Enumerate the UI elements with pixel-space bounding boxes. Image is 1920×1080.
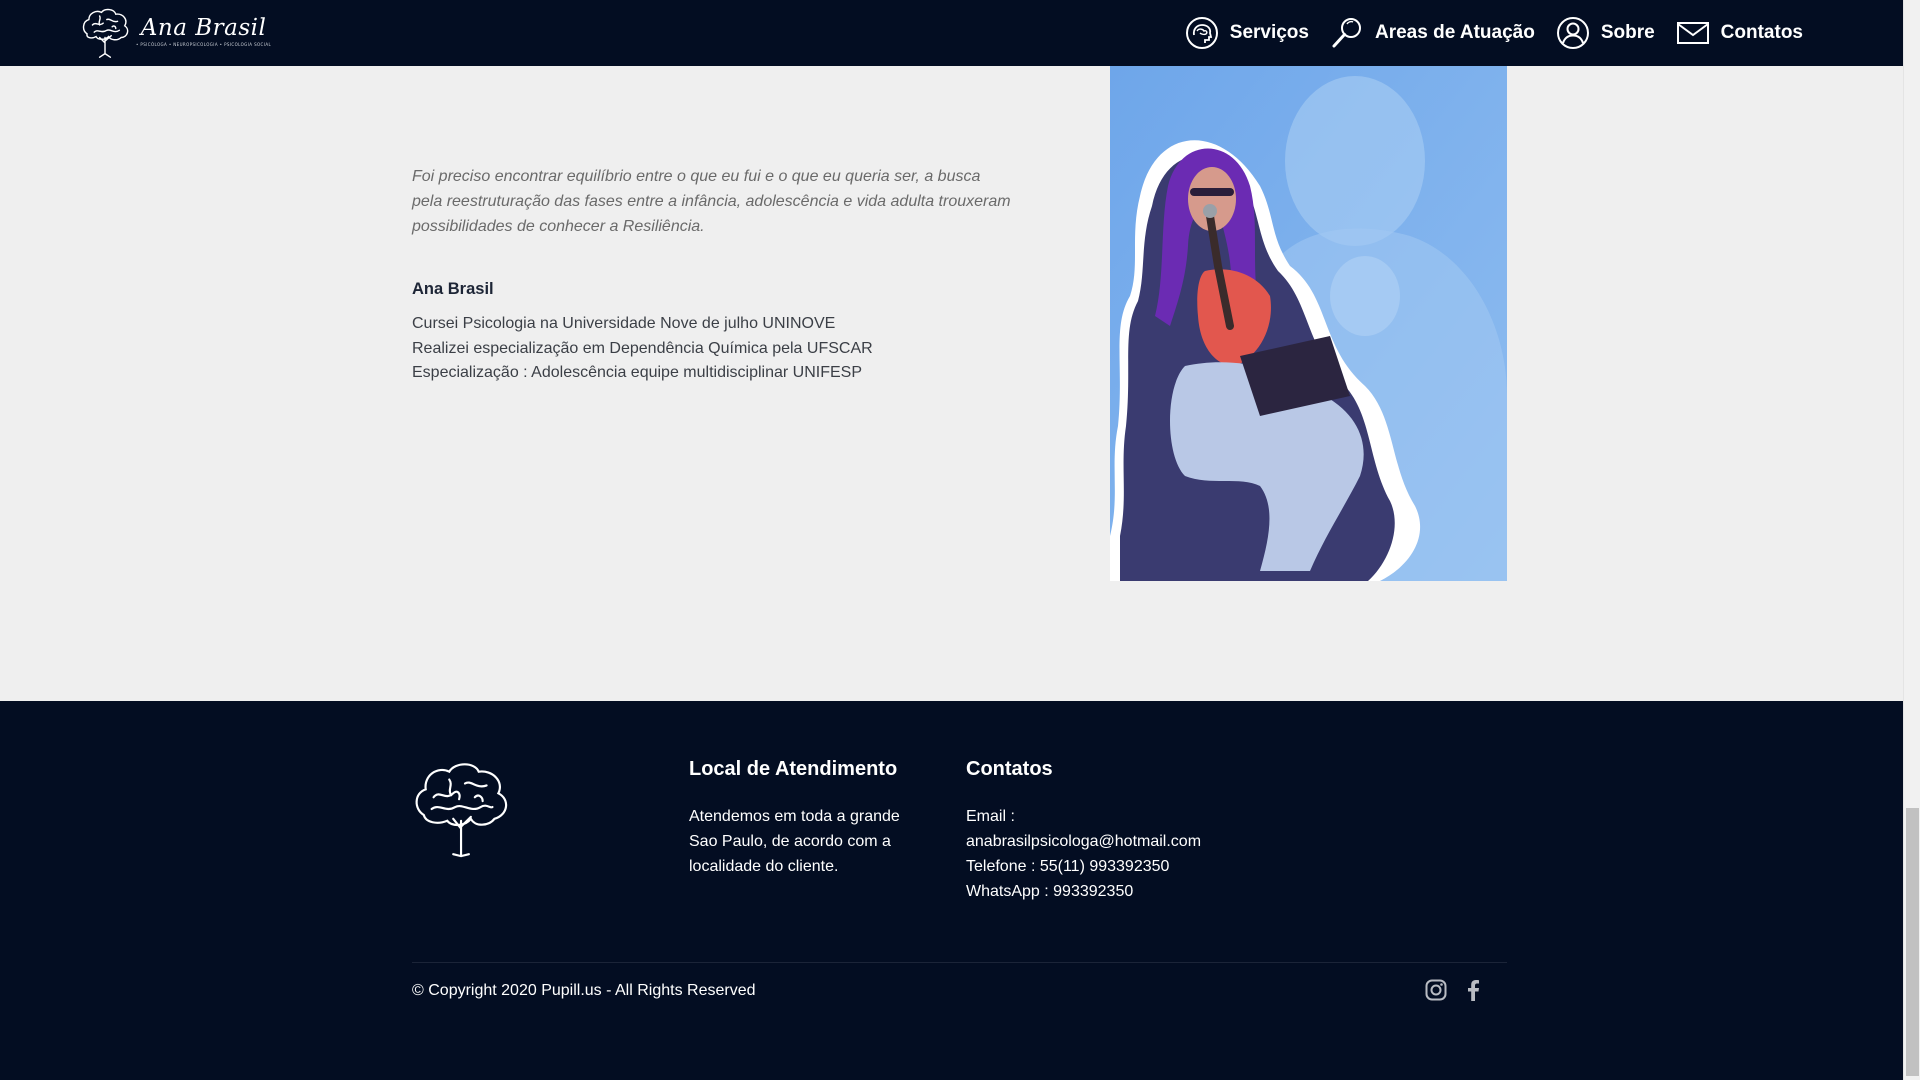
- footer: Local de Atendimento Atendemos em toda a…: [0, 701, 1903, 1080]
- about-quote: Foi preciso encontrar equilíbrio entre o…: [412, 164, 1052, 239]
- contacts-title: Contatos: [966, 758, 1053, 780]
- facebook-icon: [1468, 980, 1479, 1001]
- quote-line: Foi preciso encontrar equilíbrio entre o…: [412, 168, 981, 185]
- envelope-icon: [1676, 22, 1709, 44]
- facebook-link[interactable]: [1460, 977, 1486, 1003]
- nav-item-contatos[interactable]: Contatos: [1676, 20, 1803, 46]
- main-nav: Serviços Areas de Atuação Sobre Contatos: [1164, 0, 1803, 66]
- nav-label: Contatos: [1720, 22, 1803, 43]
- page: Ana Brasil • PSICÓLOGA • NEUROPSICOLOGIA…: [0, 0, 1903, 1080]
- instagram-icon: [1425, 979, 1447, 1001]
- vertical-scrollbar[interactable]: [1903, 0, 1920, 1080]
- contacts-text: Email : anabrasilpsicologa@hotmail.com T…: [966, 804, 1201, 904]
- nav-item-areas-de-atuacao[interactable]: Areas de Atuação: [1330, 16, 1535, 50]
- logo-tagline: • PSICÓLOGA • NEUROPSICOLOGIA • PSICOLOG…: [136, 42, 272, 47]
- instagram-link[interactable]: [1423, 977, 1449, 1003]
- quote-line: pela reestruturação das fases entre a in…: [412, 193, 1011, 210]
- nav-item-servicos[interactable]: Serviços: [1185, 16, 1309, 50]
- contact-whatsapp[interactable]: WhatsApp : 993392350: [966, 879, 1201, 904]
- tree-brain-logo-icon: [82, 8, 129, 58]
- nav-label: Sobre: [1600, 22, 1655, 43]
- bio-credentials: Cursei Psicologia na Universidade Nove d…: [412, 312, 873, 386]
- nav-label: Areas de Atuação: [1375, 22, 1535, 43]
- credential-line: Realizei especialização em Dependência Q…: [412, 339, 873, 357]
- nav-item-sobre[interactable]: Sobre: [1556, 16, 1655, 50]
- credential-line: Especialização : Adolescência equipe mul…: [412, 364, 862, 381]
- contact-email-link[interactable]: anabrasilpsicologa@hotmail.com: [966, 829, 1201, 854]
- location-line: localidade do cliente.: [689, 858, 839, 875]
- navbar: Ana Brasil • PSICÓLOGA • NEUROPSICOLOGIA…: [0, 0, 1903, 66]
- footer-divider: [412, 962, 1507, 963]
- location-line: Atendemos em toda a grande: [689, 808, 900, 825]
- brand-logo[interactable]: Ana Brasil • PSICÓLOGA • NEUROPSICOLOGIA…: [78, 7, 271, 59]
- tree-brain-logo-icon[interactable]: [410, 759, 518, 859]
- logo-text: Ana Brasil • PSICÓLOGA • NEUROPSICOLOGIA…: [136, 15, 271, 47]
- copyright-text: © Copyright 2020 Pupill.us - All Rights …: [412, 982, 756, 999]
- contact-phone[interactable]: Telefone : 55(11) 993392350: [966, 854, 1201, 879]
- location-title: Local de Atendimento: [689, 758, 898, 780]
- credential-line: Cursei Psicologia na Universidade Nove d…: [412, 315, 836, 332]
- profile-photo-illustration: [1110, 66, 1507, 581]
- location-text: Atendemos em toda a grande Sao Paulo, de…: [689, 804, 900, 879]
- logo-name: Ana Brasil: [140, 15, 267, 41]
- contact-email-label: Email :: [966, 808, 1015, 825]
- magnifier-icon: [1332, 18, 1361, 48]
- quote-line: possibilidades de conhecer a Resiliência…: [412, 218, 705, 235]
- bio-name: Ana Brasil: [412, 280, 494, 298]
- location-line: Sao Paulo, de acordo com a: [689, 833, 891, 850]
- nav-label: Serviços: [1229, 22, 1309, 43]
- head-brain-icon: [1185, 17, 1218, 49]
- user-circle-icon: [1556, 17, 1589, 49]
- scrollbar-thumb[interactable]: [1906, 808, 1919, 1076]
- profile-photo: [1110, 66, 1507, 581]
